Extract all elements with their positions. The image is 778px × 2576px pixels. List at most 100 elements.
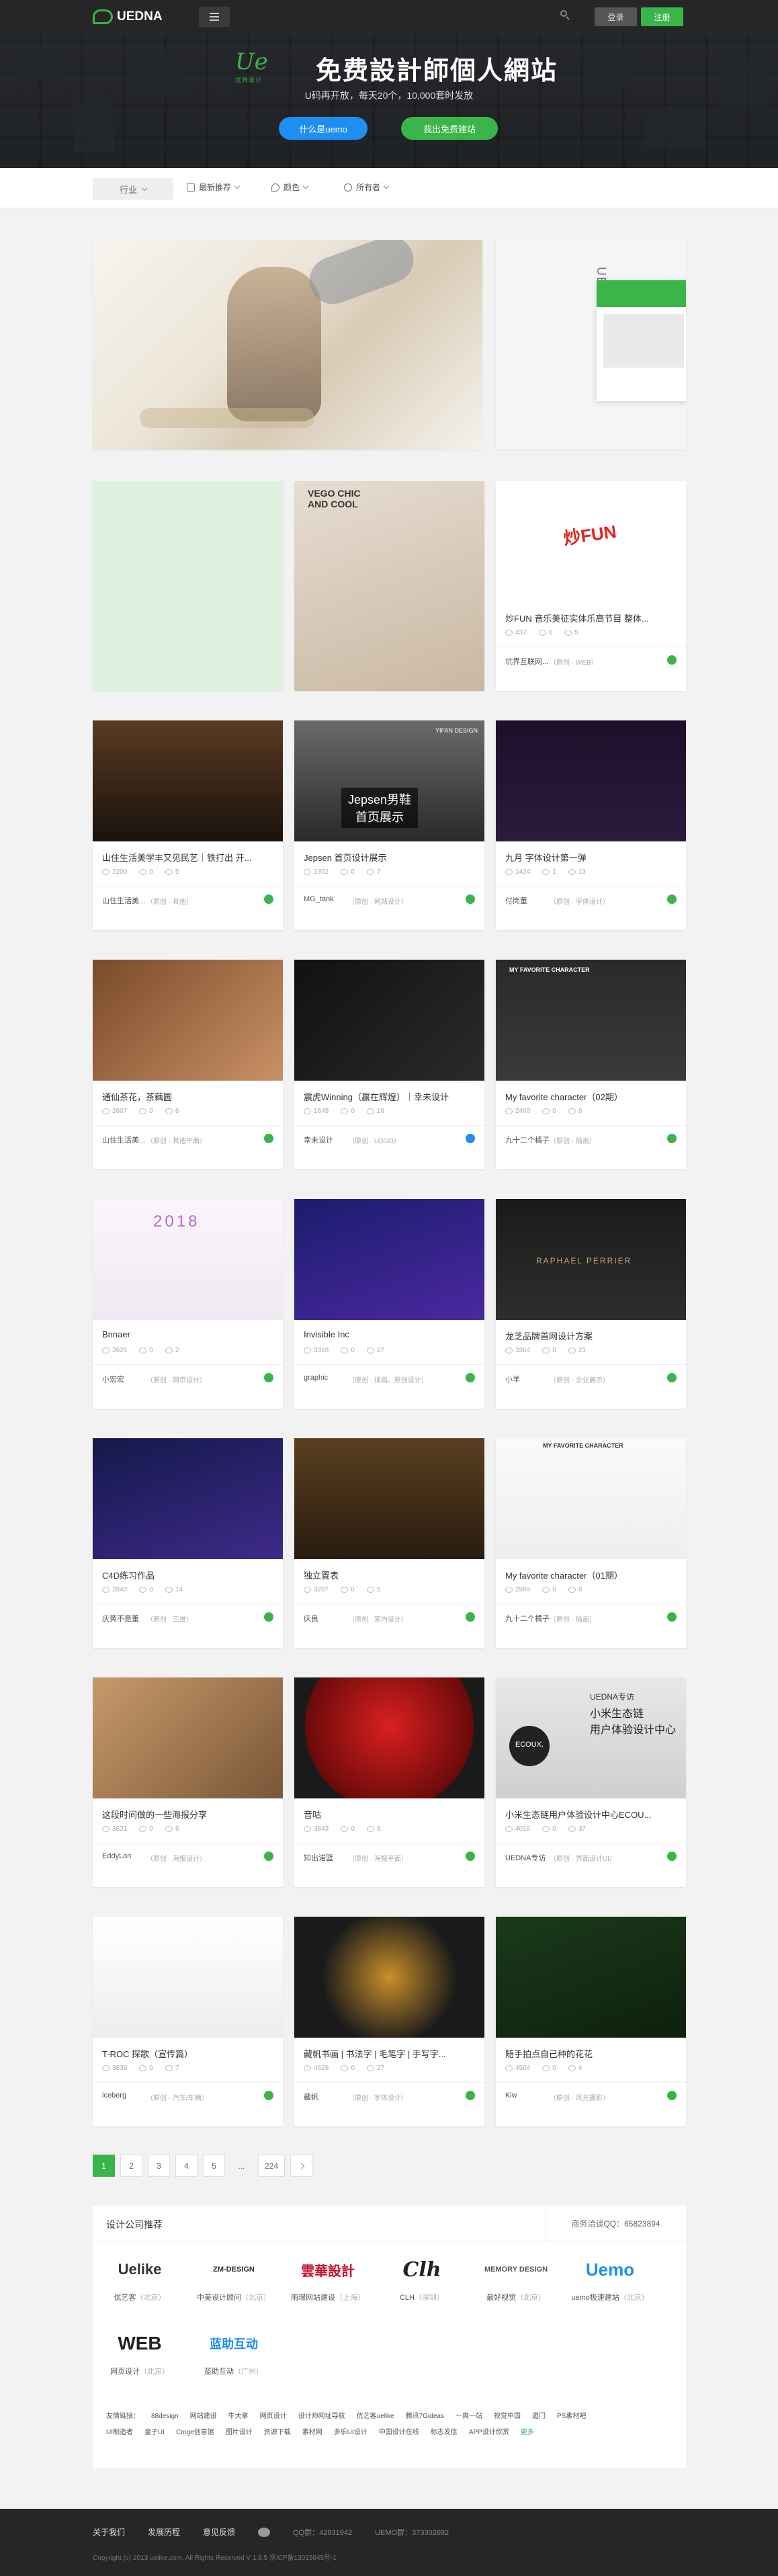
friend-link[interactable]: 网站建设 [190, 2413, 217, 2420]
page-last[interactable]: 224 [258, 2155, 285, 2177]
friend-link[interactable]: Cmge创意馆 [176, 2429, 214, 2436]
work-card[interactable]: 藏帆书画 | 书法字 | 毛笔字 | 手写字... 4629 0 27 藏帆 （原创 · … [294, 1917, 484, 2126]
friend-link[interactable]: 遨门 [532, 2413, 546, 2420]
page-4[interactable]: 4 [175, 2155, 198, 2177]
author-name[interactable]: 小羊 [505, 1374, 520, 1384]
work-title[interactable]: 独立置表 [304, 1569, 475, 1581]
weibo-icon[interactable] [258, 2527, 271, 2537]
author-name[interactable]: EddyLon [102, 1852, 131, 1860]
work-card[interactable]: 通仙茶花，茶藕圆 2607 0 6 山住生活美... （原创 · 其他平面） [93, 960, 283, 1169]
author-name[interactable]: 九十二个橘子 [505, 1613, 550, 1624]
work-card[interactable]: 2018 Bnnaer 2626 0 2 小宏宏 （原创 · 网页设计） [93, 1199, 283, 1409]
work-title[interactable]: 山住生活美学丰又见民艺｜铁打出 开... [102, 851, 273, 864]
author-name[interactable]: 幸未设计 [304, 1134, 333, 1145]
author-name[interactable]: 庆良 [304, 1613, 318, 1624]
friend-link[interactable]: 中国设计在线 [379, 2429, 419, 2436]
friend-link[interactable]: PS素材吧 [557, 2413, 586, 2420]
author-name[interactable]: 坑界互联网... [505, 656, 548, 667]
work-title[interactable]: 龙芝品牌首网设计方案 [505, 1329, 677, 1342]
about-link[interactable]: 关于我们 [93, 2526, 125, 2538]
work-card[interactable]: 九月 字体设计第一弹 1424 1 13 付岗董 （原创 · 字体设计） [496, 720, 686, 930]
author-name[interactable]: UEDNA专访 [505, 1852, 546, 1863]
author-name[interactable]: 知出诺篮 [304, 1852, 333, 1863]
next-page-button[interactable] [290, 2155, 312, 2177]
work-card[interactable]: MY FAVORITE CHARACTER My favorite charact… [496, 1438, 686, 1648]
work-title[interactable]: 这段时间做的一些海报分享 [102, 1808, 273, 1821]
search-icon[interactable] [560, 10, 571, 21]
work-card[interactable]: C4D练习作品 2840 0 14 庆黄不是董 （原创 · 三维） [93, 1438, 283, 1648]
page-3[interactable]: 3 [148, 2155, 170, 2177]
friend-link[interactable]: 视觉中国 [494, 2413, 521, 2420]
company-item[interactable]: MEMORY DESIGN 最好视觉（北京） [476, 2253, 556, 2302]
friend-link[interactable]: 图片设计 [226, 2429, 253, 2436]
work-card[interactable]: 音咕 3843 0 9 知出诺篮 （原创 · 海报平面） [294, 1677, 484, 1887]
author-name[interactable]: 庆黄不是董 [102, 1613, 139, 1624]
work-card[interactable]: T-ROC 探歌（宣传篇） 3839 0 7 iceberg （原创 · 汽车/车辆） [93, 1917, 283, 2126]
author-name[interactable]: 小宏宏 [102, 1374, 124, 1384]
friend-link[interactable]: 一爽一站 [456, 2413, 482, 2420]
work-card[interactable]: MY FAVORITE CHARACTER My favorite charact… [496, 960, 686, 1169]
friend-link[interactable]: UI制造者 [106, 2429, 133, 2436]
site-logo[interactable]: UEDNA [93, 6, 173, 28]
author-name[interactable]: 山住生活美... [102, 1134, 145, 1145]
author-name[interactable]: 九十二个橘子 [505, 1134, 550, 1145]
friend-link[interactable]: APP设计欣赏 [469, 2429, 509, 2436]
work-card[interactable]: 震虎Winning（赢在辉煌）｜幸未设计 1649 0 16 幸未设计 （原创 · LOG… [294, 960, 484, 1169]
friend-link[interactable]: 多乐UI设计 [334, 2429, 368, 2436]
company-item[interactable]: Uelike 优艺客（北京） [99, 2253, 180, 2302]
work-title[interactable]: Jepsen 首页设计展示 [304, 851, 475, 864]
work-title[interactable]: 音咕 [304, 1808, 475, 1821]
work-card[interactable]: 随手拍点自己种的花花 4504 0 4 Kiw （原创 · 风光摄影） [496, 1917, 686, 2126]
friend-link[interactable]: 更多 [521, 2429, 534, 2436]
feedback-link[interactable]: 意见反馈 [203, 2526, 235, 2538]
page-1[interactable]: 1 [93, 2155, 115, 2177]
page-5[interactable]: 5 [203, 2155, 225, 2177]
author-name[interactable]: 付岗董 [505, 895, 527, 906]
work-card[interactable] [93, 481, 283, 691]
work-card[interactable]: 独立置表 3207 0 5 庆良 （原创 · 室内设计） [294, 1438, 484, 1648]
friend-link[interactable]: 网页设计 [260, 2413, 287, 2420]
work-title[interactable]: 震虎Winning（赢在辉煌）｜幸未设计 [304, 1090, 475, 1103]
company-item[interactable]: 雲華設計 雨璟网站建设（上海） [288, 2253, 368, 2302]
work-title[interactable]: 藏帆书画 | 书法字 | 毛笔字 | 手写字... [304, 2047, 475, 2060]
login-button[interactable]: 登录 [595, 7, 637, 26]
menu-button[interactable] [199, 7, 230, 27]
friend-link[interactable]: 优艺客uelike [357, 2413, 394, 2420]
friend-link[interactable]: 标志发信 [431, 2429, 458, 2436]
company-item[interactable]: ZM-DESIGN 中美设计顾问（北京） [193, 2253, 274, 2302]
work-title[interactable]: My favorite character（02期） [505, 1090, 677, 1103]
work-card[interactable]: VEGO CHIC AND COOL [294, 481, 484, 691]
work-title[interactable]: 小米生态链用户体验设计中心ECOU... [505, 1808, 677, 1821]
work-card[interactable]: 山住生活美学丰又见民艺｜铁打出 开... 2200 0 5 山住生活美... （原创 · … [93, 720, 283, 930]
work-card[interactable]: 这段时间做的一些海报分享 3621 0 6 EddyLon （原创 · 海报设计） [93, 1677, 283, 1887]
author-name[interactable]: 藏帆 [304, 2091, 318, 2102]
friend-link[interactable]: 腾讯7Gideas [406, 2413, 444, 2420]
owner-filter[interactable]: 所有者 [344, 181, 390, 193]
work-title[interactable]: 随手拍点自己种的花花 [505, 2047, 677, 2060]
author-name[interactable]: Kiw [505, 2091, 517, 2100]
register-button[interactable]: 注册 [641, 7, 683, 26]
work-title[interactable]: Invisible Inc [304, 1329, 475, 1339]
featured-card-uemo[interactable]: UEMO企业版 [496, 240, 686, 450]
company-item[interactable]: WEB 网页设计（北京） [99, 2327, 180, 2376]
work-card[interactable]: Invisible Inc 3318 0 27 graphic （原创 · 插画、原创设计… [294, 1199, 484, 1409]
work-title[interactable]: Bnnaer [102, 1329, 273, 1339]
author-name[interactable]: MG_tank [304, 895, 334, 903]
work-card[interactable]: 炒FUN 炒FUN 音乐美征实体乐高节目 整体... 437 0 5 坑界互联网... （原… [496, 481, 686, 691]
company-item[interactable]: Clh CLH（深圳） [382, 2253, 462, 2302]
work-card[interactable]: ECOUX. UEDNA专访 小米生态链 用户体验设计中心 小米生态链用户体验设计中心… [496, 1677, 686, 1887]
page-2[interactable]: 2 [120, 2155, 142, 2177]
friend-link[interactable]: 牛大拿 [228, 2413, 249, 2420]
history-link[interactable]: 发展历程 [148, 2526, 180, 2538]
company-item[interactable]: 蓝助互动 蓝助互动（广州） [193, 2327, 274, 2376]
work-title[interactable]: My favorite character（01期） [505, 1569, 677, 1581]
category-dropdown[interactable]: 行业 [93, 178, 173, 200]
friend-link[interactable]: 88design [151, 2413, 179, 2420]
what-is-uemo-button[interactable]: 什么是uemo [279, 117, 368, 140]
company-item[interactable]: Uemo uemo极速建站（北京） [570, 2253, 650, 2302]
author-name[interactable]: graphic [304, 1374, 328, 1382]
work-title[interactable]: 炒FUN 音乐美征实体乐高节目 整体... [505, 612, 677, 624]
work-card[interactable]: RAPHAEL PERRIER 龙芝品牌首网设计方案 3364 0 21 小羊 （原创 · … [496, 1199, 686, 1409]
author-name[interactable]: iceberg [102, 2091, 126, 2100]
author-name[interactable]: 山住生活美... [102, 895, 145, 906]
